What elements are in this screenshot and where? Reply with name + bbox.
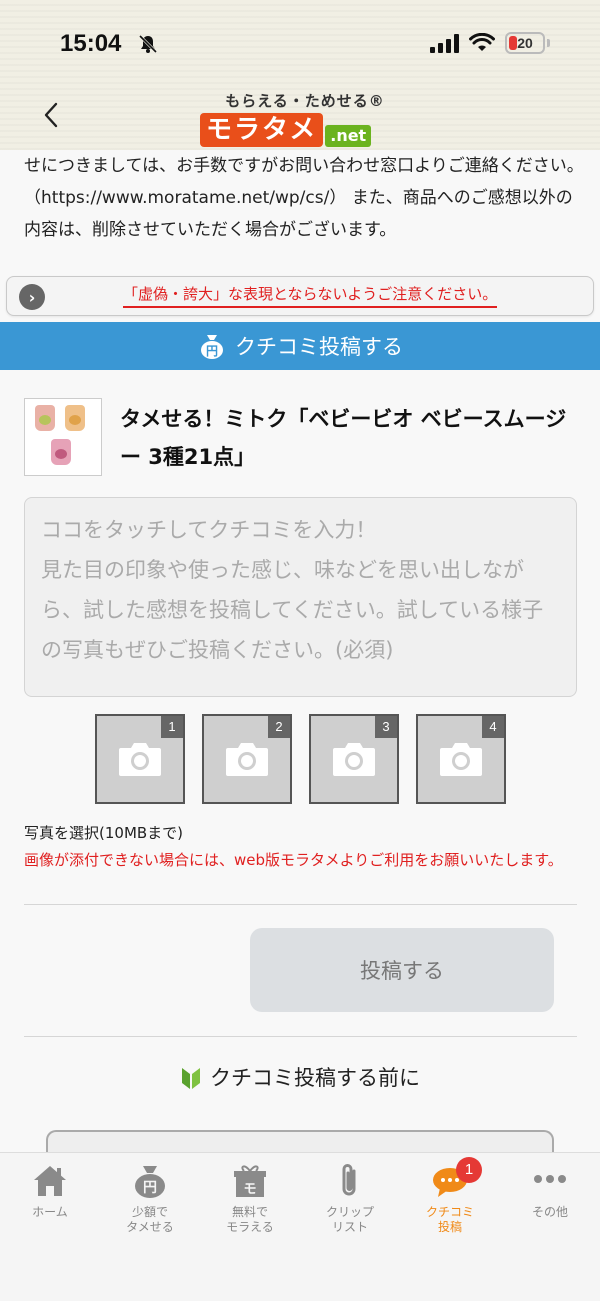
tab-label: 少額で タメせる xyxy=(126,1205,174,1234)
tab-label: ホーム xyxy=(32,1205,68,1219)
photo-select-label: 写真を選択(10MBまで) xyxy=(24,824,184,842)
review-textarea[interactable]: ココをタッチしてクチコミを入力！ 見た目の印象や使った感じ、味などを思い出しなが… xyxy=(24,497,577,697)
photo-slot-3[interactable]: 3 xyxy=(309,714,399,804)
bell-off-icon xyxy=(138,34,158,54)
post-banner-title: クチコミ投稿する xyxy=(235,335,403,359)
photo-upload-slots: 1 2 3 4 xyxy=(95,714,506,804)
post-review-banner: 円 クチコミ投稿する xyxy=(0,322,600,370)
product-thumbnail xyxy=(24,398,102,476)
photo-slot-4[interactable]: 4 xyxy=(416,714,506,804)
tab-label: 無料で モラえる xyxy=(226,1205,274,1234)
photo-slot-number: 2 xyxy=(268,716,290,738)
svg-text:円: 円 xyxy=(143,1180,157,1196)
battery-icon: 20 xyxy=(505,32,545,54)
coin-bag-icon: 円 xyxy=(135,1166,165,1198)
moratame-logo[interactable]: もらえる・ためせる® モラタメ .net xyxy=(200,90,410,152)
bottom-tab-bar: ホーム 円 少額で タメせる モ 無料で モラえる クリップ リスト 1 クチコ… xyxy=(0,1152,600,1301)
tab-review-post[interactable]: 1 クチコミ 投稿 xyxy=(400,1153,500,1301)
gift-icon: モ xyxy=(234,1165,266,1197)
camera-icon xyxy=(226,743,268,776)
notification-badge: 1 xyxy=(456,1157,482,1183)
status-indicators: 20 xyxy=(430,32,550,54)
tab-more[interactable]: その他 xyxy=(500,1153,600,1301)
logo-net: .net xyxy=(325,125,372,147)
status-time: 15:04 xyxy=(60,30,122,57)
more-dots-icon xyxy=(534,1175,566,1183)
wifi-icon xyxy=(469,33,495,51)
camera-icon xyxy=(333,743,375,776)
photo-slot-number: 4 xyxy=(482,716,504,738)
paperclip-icon xyxy=(342,1164,356,1196)
before-post-title: クチコミ投稿する前に xyxy=(210,1066,420,1090)
photo-warning-text: 画像が添付できない場合には、web版モラタメよりご利用をお願いいたします。 xyxy=(24,851,563,869)
app-header: 15:04 20 もらえる・ためせる® モラタメ .net xyxy=(0,0,600,150)
chevron-right-icon: › xyxy=(19,284,45,310)
tab-tameseru[interactable]: 円 少額で タメせる xyxy=(100,1153,200,1301)
caution-text: 「虚偽・誇大」な表現とならないようご注意ください。 xyxy=(123,283,498,308)
divider xyxy=(24,904,577,905)
home-icon xyxy=(34,1166,66,1196)
svg-text:円: 円 xyxy=(206,344,218,358)
photo-slot-2[interactable]: 2 xyxy=(202,714,292,804)
tab-clip-list[interactable]: クリップ リスト xyxy=(300,1153,400,1301)
photo-slot-number: 1 xyxy=(161,716,183,738)
tab-label: クチコミ 投稿 xyxy=(425,1205,474,1234)
photo-slot-number: 3 xyxy=(375,716,397,738)
coin-bag-icon: 円 xyxy=(201,335,223,359)
back-chevron-icon[interactable] xyxy=(40,100,64,130)
divider xyxy=(24,1036,577,1037)
cellular-signal-icon xyxy=(430,33,459,53)
camera-icon xyxy=(440,743,482,776)
tab-moraeru[interactable]: モ 無料で モラえる xyxy=(200,1153,300,1301)
tab-label: その他 xyxy=(531,1205,568,1219)
battery-level: 20 xyxy=(517,35,533,51)
notice-text: せにつきましては、お手数ですがお問い合わせ窓口よりご連絡ください。（https:… xyxy=(24,156,584,240)
logo-wordmark: モラタメ xyxy=(200,113,324,147)
tab-label: クリップ リスト xyxy=(325,1205,374,1234)
before-post-heading: クチコミ投稿する前に xyxy=(0,1062,600,1092)
svg-text:モ: モ xyxy=(243,1182,256,1197)
caution-bar[interactable]: › 「虚偽・誇大」な表現とならないようご注意ください。 xyxy=(6,276,594,316)
logo-tagline: もらえる・ためせる® xyxy=(225,92,385,110)
camera-icon xyxy=(119,743,161,776)
tab-home[interactable]: ホーム xyxy=(0,1153,100,1301)
photo-slot-1[interactable]: 1 xyxy=(95,714,185,804)
product-title: タメせる！ミトク「ベビービオ ベビースムージー 3種21点」 xyxy=(120,407,567,469)
product-card: タメせる！ミトク「ベビービオ ベビースムージー 3種21点」 xyxy=(24,398,584,478)
leaf-icon xyxy=(182,1068,200,1089)
submit-button[interactable]: 投稿する xyxy=(250,928,554,1012)
